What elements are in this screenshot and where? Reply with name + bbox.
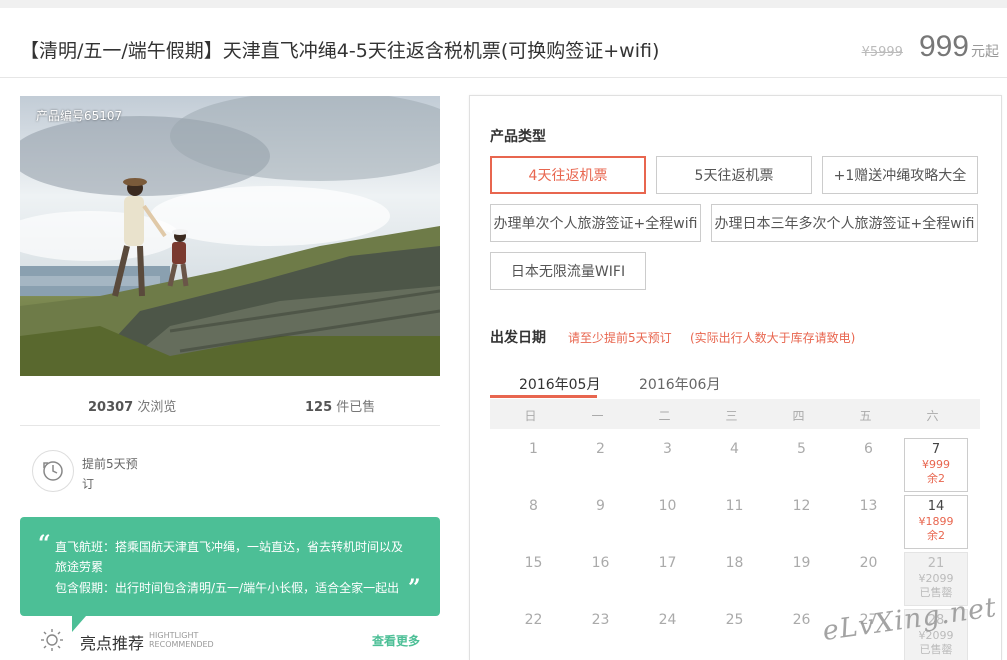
current-price: 999 <box>918 30 969 63</box>
highlights-subtitle-1: HIGHTLIGHT <box>149 631 199 640</box>
see-more-link[interactable]: 查看更多 <box>372 632 420 649</box>
product-type-label: 产品类型 <box>490 129 546 145</box>
calendar-day: 2 <box>596 441 605 457</box>
option-single-visa-wifi[interactable]: 办理单次个人旅游签证+全程wifi <box>490 204 701 242</box>
calendar-day: 12 <box>792 498 811 514</box>
calendar-day: 9 <box>596 498 605 514</box>
option-unlimited-wifi[interactable]: 日本无限流量WIFI <box>490 252 646 290</box>
departure-date-label: 出发日期 <box>490 330 546 346</box>
calendar-day: 8 <box>529 498 538 514</box>
option-guide-gift[interactable]: +1赠送冲绳攻略大全 <box>822 156 978 194</box>
calendar-day: 25 <box>725 612 744 628</box>
calendar-day: 19 <box>792 555 811 571</box>
tab-june-2016[interactable]: 2016年06月 <box>639 374 720 394</box>
price-block: ¥5999 999 元起 <box>862 30 999 64</box>
tab-may-2016[interactable]: 2016年05月 <box>519 374 600 394</box>
product-title: 【清明/五一/端午假期】天津直飞冲绳4-5天往返含税机票(可换购签证+wifi) <box>20 40 660 62</box>
active-month-indicator <box>490 395 597 398</box>
date-stock: 余2 <box>927 529 945 542</box>
product-photo[interactable]: 产品编号65107 <box>20 96 440 376</box>
calendar-day: 4 <box>730 441 739 457</box>
date-cell-available[interactable]: 14 ¥1899 余2 <box>904 495 968 549</box>
highlights-header: 亮点推荐 HIGHTLIGHT RECOMMENDED 查看更多 <box>20 620 440 660</box>
price-unit: 元起 <box>971 44 999 60</box>
sold-count: 125 <box>305 400 333 415</box>
calendar-day: 16 <box>591 555 610 571</box>
sold-stat: 125 件已售 <box>305 396 375 415</box>
views-count: 20307 <box>88 400 134 415</box>
calendar-day: 24 <box>658 612 677 628</box>
calendar-day: 23 <box>591 612 610 628</box>
views-label: 次浏览 <box>137 400 177 415</box>
feature-line-2: 旅途劳累 <box>55 560 104 574</box>
calendar-day: 17 <box>658 555 677 571</box>
calendar-day: 10 <box>658 498 677 514</box>
stock-hint: (实际出行人数大于库存请致电) <box>690 331 856 345</box>
date-cell-available[interactable]: 7 ¥999 余2 <box>904 438 968 492</box>
calendar-day: 20 <box>859 555 878 571</box>
option-5day-ticket[interactable]: 5天往返机票 <box>656 156 812 194</box>
option-4day-ticket[interactable]: 4天往返机票 <box>490 156 646 194</box>
product-code: 产品编号65107 <box>36 109 123 123</box>
weekday-thu: 四 <box>792 409 805 423</box>
advance-text: 提前5天预订 <box>82 457 138 491</box>
weekday-wed: 三 <box>725 409 738 423</box>
calendar-day: 11 <box>725 498 744 514</box>
date-stock: 已售罄 <box>919 643 953 656</box>
date-number: 7 <box>931 442 941 457</box>
date-stock: 余2 <box>927 472 945 485</box>
weekday-sun: 日 <box>524 409 537 423</box>
weekday-sat: 六 <box>926 409 939 423</box>
product-header: 【清明/五一/端午假期】天津直飞冲绳4-5天往返含税机票(可换购签证+wifi)… <box>0 8 1007 78</box>
feature-line-1: 直飞航班：搭乘国航天津直飞冲绳，一站直达，省去转机时间以及 <box>55 540 404 554</box>
open-quote-icon: “ <box>38 531 51 557</box>
date-price: ¥999 <box>922 458 950 471</box>
calendar-day: 18 <box>725 555 744 571</box>
weekday-tue: 二 <box>658 409 671 423</box>
highlights-subtitle-2: RECOMMENDED <box>149 640 214 649</box>
highlights-title: 亮点推荐 <box>80 634 145 653</box>
top-strip <box>0 0 1007 8</box>
calendar-day: 22 <box>524 612 543 628</box>
feature-line-3: 包含假期：出行时间包含清明/五一/端午小长假，适合全家一起出 <box>55 581 400 595</box>
date-price: ¥2099 <box>918 572 954 585</box>
weekday-fri: 五 <box>859 409 872 423</box>
close-quote-icon: ” <box>408 575 421 601</box>
date-number: 14 <box>927 499 945 514</box>
clock-icon <box>32 450 74 492</box>
calendar-day: 3 <box>663 441 672 457</box>
option-multi-visa-wifi[interactable]: 办理日本三年多次个人旅游签证+全程wifi <box>711 204 978 242</box>
calendar-day: 6 <box>864 441 873 457</box>
calendar-day: 15 <box>524 555 543 571</box>
calendar-day: 13 <box>859 498 878 514</box>
weekday-header: 日 一 二 三 四 五 六 <box>490 399 980 429</box>
sun-icon <box>41 629 63 651</box>
weekday-mon: 一 <box>591 409 604 423</box>
highlights-subtitle: HIGHTLIGHT RECOMMENDED <box>149 631 214 649</box>
date-number: 21 <box>927 556 945 571</box>
booking-panel: 产品类型 4天往返机票 5天往返机票 +1赠送冲绳攻略大全 办理单次个人旅游签证… <box>469 95 1002 660</box>
photo-scene <box>20 96 440 376</box>
advance-booking-notice: 提前5天预订 <box>20 440 440 506</box>
original-price: ¥5999 <box>861 45 903 60</box>
feature-box: “ 直飞航班：搭乘国航天津直飞冲绳，一站直达，省去转机时间以及 旅途劳累 包含假… <box>20 517 440 616</box>
sold-label: 件已售 <box>336 400 376 415</box>
date-price: ¥1899 <box>918 515 954 528</box>
views-stat: 20307 次浏览 <box>88 396 176 415</box>
stats-row: 20307 次浏览 125 件已售 <box>20 376 440 426</box>
calendar-day: 5 <box>797 441 806 457</box>
advance-hint: 请至少提前5天预订 <box>568 331 672 345</box>
calendar-day: 1 <box>529 441 538 457</box>
